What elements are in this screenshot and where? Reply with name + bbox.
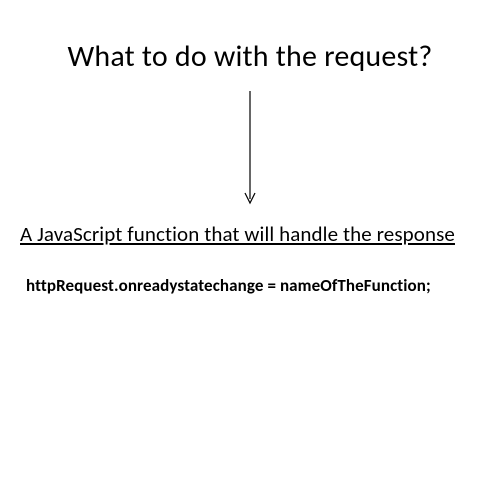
arrow-container [20,89,480,209]
slide-title: What to do with the request? [20,38,480,75]
subtitle-text: A JavaScript function that will handle t… [20,221,480,247]
arrow-down-icon [240,89,260,209]
slide: What to do with the request? A JavaScrip… [0,0,500,500]
code-line: httpRequest.onreadystatechange = nameOfT… [20,275,480,296]
